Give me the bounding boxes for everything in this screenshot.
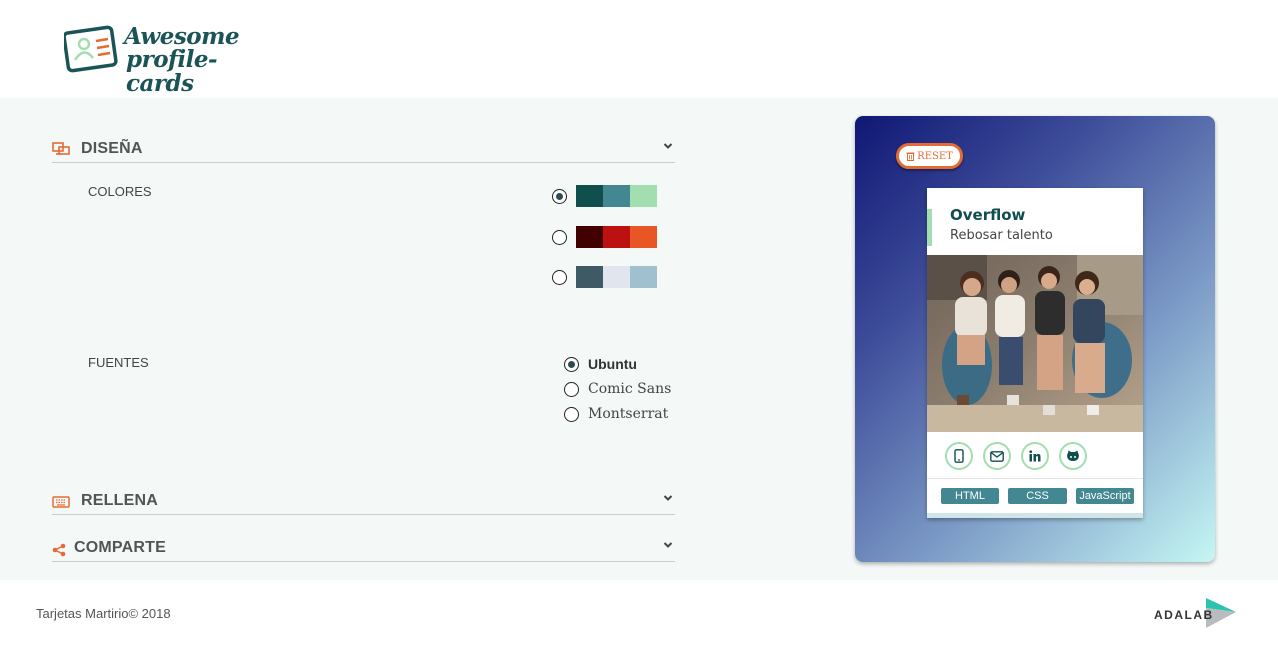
font-label-montserrat[interactable]: Montserrat <box>588 406 668 422</box>
profile-card: Overflow Rebosar talento HTML CSS JavaSc… <box>927 188 1143 518</box>
skill-tag-javascript: JavaScript <box>1076 488 1134 504</box>
page-footer: Tarjetas Martirio© 2018 ADALAB <box>0 580 1278 648</box>
swatch <box>630 266 657 288</box>
palette-swatches-1[interactable] <box>576 185 657 207</box>
reset-label: RESET <box>917 150 953 162</box>
palette-swatches-3[interactable] <box>576 266 657 288</box>
palette-radio-2[interactable] <box>552 230 567 245</box>
page-header: Awesome profile-cards <box>0 0 1278 98</box>
section-disena-title: DISEÑA <box>81 140 143 157</box>
chevron-down-icon[interactable] <box>663 493 673 503</box>
palette-swatches-2[interactable] <box>576 226 657 248</box>
card-bottom-border <box>927 513 1143 518</box>
chevron-down-icon[interactable] <box>663 141 673 151</box>
swatch <box>630 185 657 207</box>
keyboard-icon <box>52 496 70 508</box>
swatch <box>630 226 657 248</box>
share-icon <box>52 543 66 557</box>
github-icon[interactable] <box>1059 442 1087 470</box>
colores-label: COLORES <box>88 184 152 199</box>
font-radio-comic-sans[interactable] <box>564 382 579 397</box>
card-preview-panel: RESET Overflow Rebosar talento HTML CSS … <box>855 116 1215 562</box>
card-accent-bar <box>927 209 932 246</box>
font-label-comic-sans[interactable]: Comic Sans <box>588 381 671 397</box>
font-label-ubuntu[interactable]: Ubuntu <box>588 356 637 372</box>
section-disena-header[interactable]: DISEÑA <box>52 139 675 163</box>
profile-photo <box>927 255 1143 432</box>
swatch <box>576 185 603 207</box>
section-rellena-header[interactable]: RELLENA <box>52 491 675 515</box>
palette-radio-1[interactable] <box>552 189 567 204</box>
mobile-icon[interactable] <box>945 442 973 470</box>
profile-card-logo-icon <box>64 25 118 73</box>
swatch <box>603 185 630 207</box>
swatch <box>603 226 630 248</box>
palette-radio-3[interactable] <box>552 270 567 285</box>
section-comparte-header[interactable]: COMPARTE <box>52 538 675 562</box>
font-radio-montserrat[interactable] <box>564 407 579 422</box>
awesome-profile-cards-logo[interactable]: Awesome profile-cards <box>64 22 264 96</box>
logo-title-line2: profile-cards <box>126 46 218 97</box>
envelope-icon[interactable] <box>983 442 1011 470</box>
swatch <box>576 226 603 248</box>
linkedin-icon[interactable] <box>1021 442 1049 470</box>
section-comparte-title: COMPARTE <box>74 539 166 556</box>
card-name: Overflow <box>950 206 1026 224</box>
copyright-text: Tarjetas Martirio© 2018 <box>36 606 171 621</box>
chevron-down-icon[interactable] <box>663 540 673 550</box>
design-icon <box>52 142 70 155</box>
font-radio-ubuntu[interactable] <box>564 357 579 372</box>
adalab-brand-text: ADALAB <box>1154 608 1214 622</box>
section-rellena-title: RELLENA <box>81 492 158 509</box>
reset-button[interactable]: RESET <box>896 143 963 169</box>
swatch <box>603 266 630 288</box>
swatch <box>576 266 603 288</box>
card-job: Rebosar talento <box>950 228 1053 243</box>
fuentes-label: FUENTES <box>88 355 149 370</box>
skill-tag-css: CSS <box>1008 488 1067 504</box>
adalab-logo[interactable]: ADALAB <box>1154 598 1242 632</box>
card-divider <box>927 478 1143 479</box>
skill-tag-html: HTML <box>941 488 999 504</box>
trash-icon <box>906 152 915 161</box>
